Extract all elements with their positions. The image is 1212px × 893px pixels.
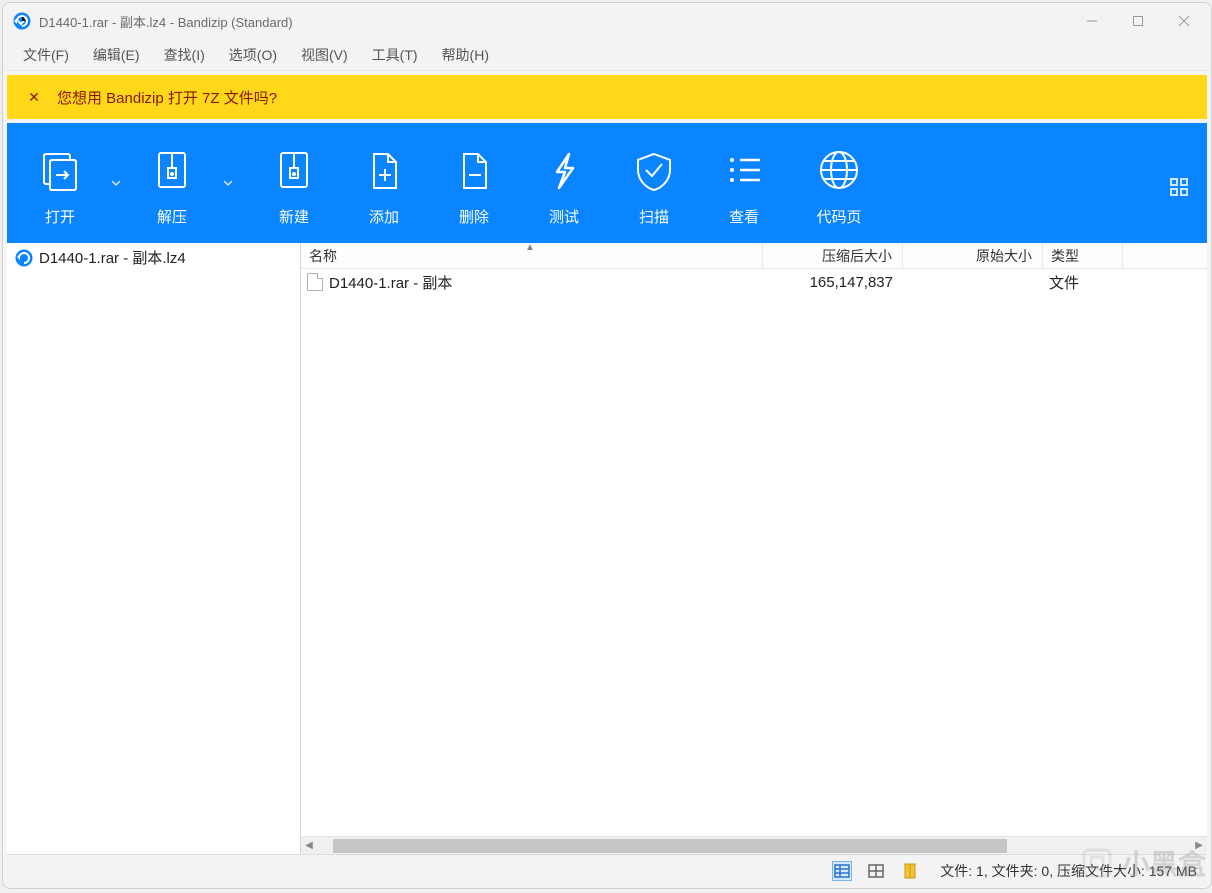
- list-header: ▲ 名称 压缩后大小 原始大小 类型: [301, 243, 1207, 269]
- codepage-label: 代码页: [816, 206, 861, 227]
- extract-icon: [150, 140, 194, 200]
- status-text: 文件: 1, 文件夹: 0, 压缩文件大小: 157 MB: [940, 861, 1197, 881]
- file-icon: [307, 273, 323, 291]
- list-item[interactable]: D1440-1.rar - 副本 165,147,837 文件: [301, 269, 1207, 295]
- scan-label: 扫描: [639, 206, 669, 227]
- scan-button[interactable]: 扫描: [609, 133, 699, 233]
- view-label: 查看: [729, 206, 759, 227]
- minimize-button[interactable]: [1069, 5, 1115, 37]
- file-name: D1440-1.rar - 副本: [329, 272, 452, 293]
- file-type: 文件: [1043, 272, 1123, 293]
- view-button[interactable]: 查看: [699, 133, 789, 233]
- menu-options[interactable]: 选项(O): [217, 41, 289, 69]
- file-list: ▲ 名称 压缩后大小 原始大小 类型 D1440-1.rar - 副本 165,…: [301, 243, 1207, 854]
- add-button[interactable]: 添加: [339, 133, 429, 233]
- status-bar: 文件: 1, 文件夹: 0, 压缩文件大小: 157 MB: [7, 854, 1207, 886]
- view-icons-icon[interactable]: [900, 861, 920, 881]
- scroll-left-icon[interactable]: ◀: [301, 840, 317, 851]
- new-button[interactable]: 新建: [249, 133, 339, 233]
- menu-help[interactable]: 帮助(H): [430, 41, 501, 69]
- window-title: D1440-1.rar - 副本.lz4 - Bandizip (Standar…: [39, 12, 1069, 31]
- notification-bar: ✕ 您想用 Bandizip 打开 7Z 文件吗?: [7, 75, 1207, 119]
- maximize-button[interactable]: [1115, 5, 1161, 37]
- sort-arrow-icon: ▲: [525, 243, 535, 253]
- new-label: 新建: [279, 206, 309, 227]
- close-button[interactable]: [1161, 5, 1207, 37]
- open-icon: [38, 140, 82, 200]
- menu-find[interactable]: 查找(I): [152, 41, 217, 69]
- column-compressed[interactable]: 压缩后大小: [763, 243, 903, 268]
- status-view-icons: [832, 861, 920, 881]
- menubar: 文件(F) 编辑(E) 查找(I) 选项(O) 视图(V) 工具(T) 帮助(H…: [3, 39, 1211, 71]
- open-label: 打开: [45, 206, 75, 227]
- open-dropdown[interactable]: [105, 133, 127, 233]
- test-label: 测试: [549, 206, 579, 227]
- view-icon: [724, 140, 764, 200]
- open-button[interactable]: 打开: [15, 133, 105, 233]
- menu-tools[interactable]: 工具(T): [360, 41, 430, 69]
- test-icon: [547, 140, 581, 200]
- extract-label: 解压: [157, 206, 187, 227]
- toolbar: 打开 解压 新建 添加 删除: [7, 123, 1207, 243]
- column-original[interactable]: 原始大小: [903, 243, 1043, 268]
- extract-dropdown[interactable]: [217, 133, 239, 233]
- toolbar-grid-toggle[interactable]: [1159, 170, 1199, 196]
- tree-root-label: D1440-1.rar - 副本.lz4: [39, 247, 186, 268]
- scan-icon: [632, 140, 676, 200]
- test-button[interactable]: 测试: [519, 133, 609, 233]
- archive-icon: [15, 249, 33, 267]
- app-window: D1440-1.rar - 副本.lz4 - Bandizip (Standar…: [2, 2, 1212, 889]
- app-icon: [13, 12, 31, 30]
- main-area: D1440-1.rar - 副本.lz4 ▲ 名称 压缩后大小 原始大小 类型 …: [7, 243, 1207, 854]
- new-icon: [272, 140, 316, 200]
- view-details-icon[interactable]: [866, 861, 886, 881]
- delete-button[interactable]: 删除: [429, 133, 519, 233]
- list-body[interactable]: D1440-1.rar - 副本 165,147,837 文件: [301, 269, 1207, 836]
- delete-label: 删除: [459, 206, 489, 227]
- titlebar: D1440-1.rar - 副本.lz4 - Bandizip (Standar…: [3, 3, 1211, 39]
- menu-edit[interactable]: 编辑(E): [81, 41, 152, 69]
- view-list-icon[interactable]: [832, 861, 852, 881]
- tree-panel: D1440-1.rar - 副本.lz4: [7, 243, 301, 854]
- delete-icon: [454, 140, 494, 200]
- scroll-thumb[interactable]: [333, 839, 1007, 853]
- menu-file[interactable]: 文件(F): [11, 41, 81, 69]
- codepage-button[interactable]: 代码页: [789, 133, 889, 233]
- add-icon: [364, 140, 404, 200]
- column-type[interactable]: 类型: [1043, 243, 1123, 268]
- notification-message: 您想用 Bandizip 打开 7Z 文件吗?: [57, 87, 277, 108]
- add-label: 添加: [369, 206, 399, 227]
- file-compressed-size: 165,147,837: [763, 274, 903, 291]
- horizontal-scrollbar[interactable]: ◀ ▶: [301, 836, 1207, 854]
- extract-button[interactable]: 解压: [127, 133, 217, 233]
- codepage-icon: [817, 140, 861, 200]
- notification-close-button[interactable]: ✕: [11, 89, 57, 106]
- scroll-right-icon[interactable]: ▶: [1191, 840, 1207, 851]
- tree-root-item[interactable]: D1440-1.rar - 副本.lz4: [7, 243, 300, 272]
- menu-view[interactable]: 视图(V): [289, 41, 360, 69]
